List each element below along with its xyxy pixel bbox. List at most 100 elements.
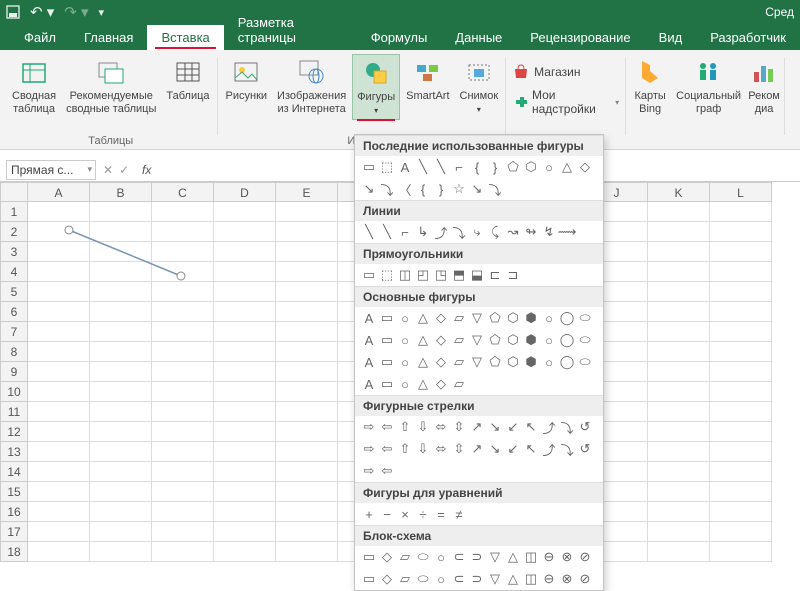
cell[interactable] bbox=[276, 442, 338, 462]
cell[interactable] bbox=[276, 302, 338, 322]
row-header[interactable]: 9 bbox=[0, 362, 28, 382]
cell[interactable] bbox=[214, 542, 276, 562]
shape-gallery-item[interactable]: A bbox=[361, 354, 377, 370]
shape-gallery-item[interactable]: ⤵ bbox=[559, 441, 575, 457]
shape-gallery-item[interactable]: ⇧ bbox=[397, 419, 413, 435]
table-button[interactable]: Таблица bbox=[162, 54, 213, 118]
column-header[interactable]: D bbox=[214, 182, 276, 202]
cell[interactable] bbox=[276, 242, 338, 262]
cell[interactable] bbox=[710, 362, 772, 382]
my-addins-button[interactable]: Мои надстройки ▾ bbox=[510, 86, 622, 118]
shape-gallery-item[interactable]: ⬭ bbox=[415, 549, 431, 565]
shape-gallery-item[interactable]: ⤷ bbox=[469, 224, 485, 240]
smartart-button[interactable]: SmartArt bbox=[402, 54, 453, 120]
cell[interactable] bbox=[152, 202, 214, 222]
shape-gallery-item[interactable]: ⇳ bbox=[451, 419, 467, 435]
shape-gallery-item[interactable]: ⬡ bbox=[505, 332, 521, 348]
shape-gallery-item[interactable]: ⇨ bbox=[361, 463, 377, 479]
row-header[interactable]: 15 bbox=[0, 482, 28, 502]
shape-gallery-item[interactable]: ÷ bbox=[415, 506, 431, 522]
cell[interactable] bbox=[152, 342, 214, 362]
cell[interactable] bbox=[648, 342, 710, 362]
cell[interactable] bbox=[648, 402, 710, 422]
shape-gallery-item[interactable]: ⊃ bbox=[469, 549, 485, 565]
tab-Данные[interactable]: Данные bbox=[441, 25, 516, 50]
shape-gallery-item[interactable]: ⤵ bbox=[379, 181, 395, 197]
cell[interactable] bbox=[28, 422, 90, 442]
tab-Файл[interactable]: Файл bbox=[10, 25, 70, 50]
cell[interactable] bbox=[214, 262, 276, 282]
shape-gallery-item[interactable]: ◳ bbox=[433, 267, 449, 283]
cell[interactable] bbox=[90, 382, 152, 402]
shape-gallery-item[interactable]: ⤴ bbox=[541, 441, 557, 457]
recommended-charts-button[interactable]: Реком диа bbox=[747, 54, 781, 118]
cell[interactable] bbox=[710, 402, 772, 422]
shape-gallery-item[interactable]: ⊂ bbox=[451, 571, 467, 587]
shape-gallery-item[interactable]: ⤴ bbox=[433, 224, 449, 240]
cell[interactable] bbox=[710, 262, 772, 282]
shape-gallery-item[interactable]: ○ bbox=[541, 354, 557, 370]
cell[interactable] bbox=[90, 462, 152, 482]
cell[interactable] bbox=[276, 202, 338, 222]
shape-gallery-item[interactable]: ⇩ bbox=[415, 441, 431, 457]
shape-gallery-item[interactable]: △ bbox=[505, 549, 521, 565]
cell[interactable] bbox=[710, 242, 772, 262]
shape-gallery-item[interactable]: ⬓ bbox=[469, 267, 485, 283]
cell[interactable] bbox=[90, 502, 152, 522]
shape-gallery-item[interactable]: ⬭ bbox=[577, 310, 593, 326]
shape-gallery-item[interactable]: A bbox=[361, 376, 377, 392]
cell[interactable] bbox=[28, 542, 90, 562]
shape-gallery-item[interactable]: ⬡ bbox=[523, 159, 539, 175]
cell[interactable] bbox=[648, 482, 710, 502]
cell[interactable] bbox=[28, 302, 90, 322]
shape-gallery-item[interactable]: ↗ bbox=[469, 419, 485, 435]
screenshot-button[interactable]: Снимок▾ bbox=[456, 54, 503, 120]
cell[interactable] bbox=[710, 442, 772, 462]
shape-gallery-item[interactable]: ○ bbox=[433, 549, 449, 565]
cell[interactable] bbox=[28, 522, 90, 542]
cell[interactable] bbox=[90, 402, 152, 422]
shape-gallery-item[interactable]: A bbox=[397, 159, 413, 175]
shape-gallery-item[interactable]: △ bbox=[415, 354, 431, 370]
shape-gallery-item[interactable]: ◇ bbox=[379, 571, 395, 587]
cell[interactable] bbox=[648, 382, 710, 402]
shape-gallery-item[interactable]: ⇨ bbox=[361, 419, 377, 435]
cell[interactable] bbox=[710, 542, 772, 562]
cell[interactable] bbox=[710, 502, 772, 522]
cell[interactable] bbox=[710, 422, 772, 442]
cell[interactable] bbox=[90, 362, 152, 382]
shape-gallery-item[interactable]: ⬢ bbox=[523, 354, 539, 370]
shape-gallery-item[interactable]: = bbox=[433, 506, 449, 522]
shape-gallery-item[interactable]: △ bbox=[415, 332, 431, 348]
line-shape-on-sheet[interactable] bbox=[63, 224, 193, 284]
shape-gallery-item[interactable]: ⤴ bbox=[541, 419, 557, 435]
fx-icon[interactable]: fx bbox=[142, 163, 151, 177]
shape-gallery-item[interactable]: ⇦ bbox=[379, 441, 395, 457]
shape-gallery-item[interactable]: ⬢ bbox=[523, 310, 539, 326]
shape-gallery-item[interactable]: ╲ bbox=[361, 224, 377, 240]
cell[interactable] bbox=[710, 462, 772, 482]
cell[interactable] bbox=[28, 442, 90, 462]
shape-gallery-item[interactable]: ⬠ bbox=[505, 159, 521, 175]
cell[interactable] bbox=[152, 462, 214, 482]
shape-gallery-item[interactable]: ▭ bbox=[361, 159, 377, 175]
cell[interactable] bbox=[710, 522, 772, 542]
shape-gallery-item[interactable]: ○ bbox=[397, 310, 413, 326]
shape-gallery-item[interactable]: ╲ bbox=[415, 159, 431, 175]
cell[interactable] bbox=[28, 382, 90, 402]
shape-gallery-item[interactable]: ○ bbox=[541, 159, 557, 175]
cell[interactable] bbox=[710, 282, 772, 302]
cell[interactable] bbox=[152, 362, 214, 382]
shape-gallery-item[interactable]: ○ bbox=[541, 310, 557, 326]
shape-gallery-item[interactable]: ⇳ bbox=[451, 441, 467, 457]
cell[interactable] bbox=[710, 302, 772, 322]
shape-gallery-item[interactable]: ▭ bbox=[361, 267, 377, 283]
cell[interactable] bbox=[214, 502, 276, 522]
cell[interactable] bbox=[710, 202, 772, 222]
shape-gallery-item[interactable]: ⊗ bbox=[559, 571, 575, 587]
cancel-icon[interactable]: ✕ bbox=[103, 163, 113, 177]
cell[interactable] bbox=[90, 302, 152, 322]
shape-gallery-item[interactable]: ⌐ bbox=[451, 159, 467, 175]
row-header[interactable]: 4 bbox=[0, 262, 28, 282]
pictures-button[interactable]: Рисунки bbox=[222, 54, 272, 120]
